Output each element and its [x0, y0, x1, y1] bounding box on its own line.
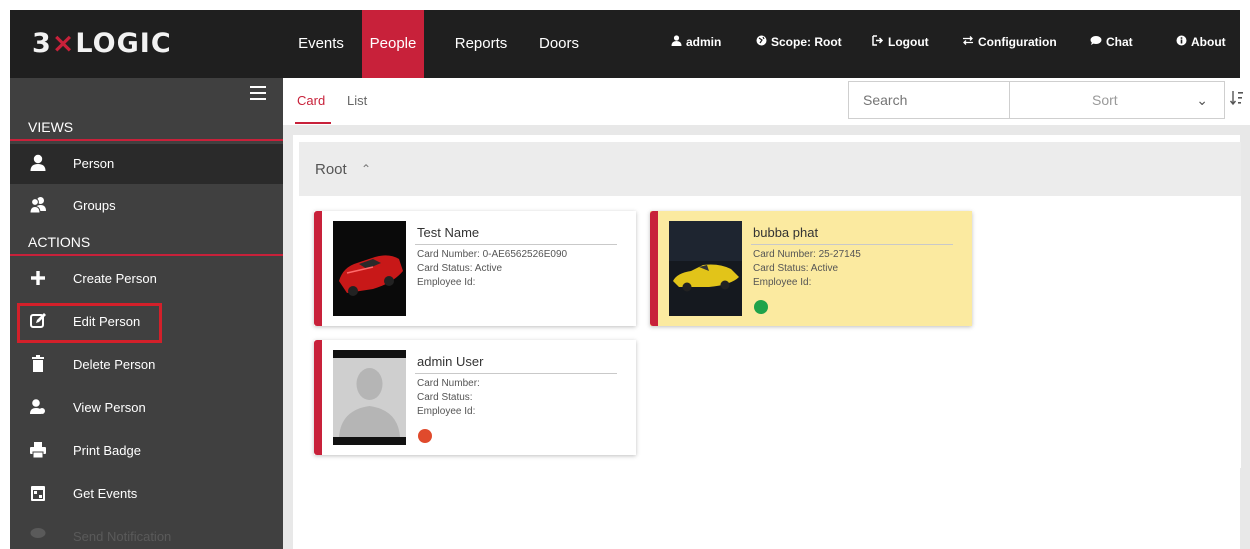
nav-doors[interactable]: Doors	[526, 10, 592, 78]
person-photo	[669, 221, 742, 316]
content-gutter-top	[283, 125, 1250, 135]
active-tab-indicator	[295, 122, 331, 124]
chat-link[interactable]: Chat	[1090, 10, 1133, 78]
group-title: Root	[315, 161, 347, 178]
configuration-link[interactable]: Configuration	[962, 10, 1057, 78]
status-indicator-green	[754, 300, 768, 314]
sidebar: VIEWS Person Groups ACTIONS Create Perso…	[10, 78, 283, 549]
plus-icon	[31, 271, 45, 285]
nav-events[interactable]: Events	[286, 10, 356, 78]
card-accent	[314, 211, 322, 326]
admin-user-menu[interactable]: admin	[671, 10, 721, 78]
status-indicator-red	[418, 429, 432, 443]
view-tabs: Card List Sort ⌄	[283, 78, 1250, 125]
group-header[interactable]: Root ⌃	[299, 142, 1241, 196]
logo[interactable]: 3×LOGIC	[32, 28, 172, 59]
name-divider	[415, 244, 617, 245]
user-icon	[671, 35, 682, 46]
sort-dropdown[interactable]: Sort ⌄	[1010, 81, 1225, 119]
person-name: Test Name	[417, 225, 480, 240]
logout-link[interactable]: Logout	[872, 10, 929, 78]
employee-id: Employee Id:	[417, 406, 476, 417]
nav-people[interactable]: People	[362, 10, 424, 78]
main-content: Card List Sort ⌄ Root ⌃	[283, 78, 1250, 549]
content-gutter-left	[283, 125, 293, 549]
sidebar-item-delete-person[interactable]: Delete Person	[10, 345, 283, 385]
globe-icon	[756, 35, 767, 46]
name-divider	[415, 373, 617, 374]
info-icon	[1176, 35, 1187, 46]
actions-divider	[10, 254, 283, 256]
sidebar-item-label: Delete Person	[73, 357, 156, 372]
group-panel: Root ⌃ Test Name Card Number: 0-AE656252…	[299, 142, 1241, 468]
print-icon	[30, 442, 46, 459]
card-status: Card Status: Active	[753, 263, 839, 274]
edit-person-highlight	[17, 303, 162, 343]
chat-bubble-icon	[30, 528, 46, 538]
user-icon	[30, 154, 46, 171]
card-accent	[314, 340, 322, 455]
sidebar-item-label: Person	[73, 156, 115, 171]
card-status: Card Status: Active	[417, 263, 503, 274]
sidebar-item-label: View Person	[73, 400, 146, 415]
yellow-car-photo	[669, 221, 742, 316]
card-number: Card Number:	[417, 378, 480, 389]
user-view-icon	[30, 399, 45, 414]
trash-icon	[32, 355, 44, 372]
about-link[interactable]: About	[1176, 10, 1226, 78]
placeholder-avatar-icon	[333, 350, 406, 445]
logout-icon	[872, 35, 884, 46]
search-input[interactable]	[848, 81, 1010, 119]
chevron-down-icon: ⌄	[1196, 92, 1208, 108]
content-gutter-right	[1240, 125, 1250, 549]
collapse-icon[interactable]: ⌃	[361, 162, 371, 176]
tab-list[interactable]: List	[347, 93, 367, 108]
card-accent	[650, 211, 658, 326]
top-navbar: 3×LOGIC Events People Reports Doors admi…	[10, 10, 1240, 78]
sidebar-item-label: Print Badge	[73, 443, 141, 458]
sidebar-item-label: Get Events	[73, 486, 138, 501]
employee-id: Employee Id:	[753, 277, 812, 288]
person-card-grid: Test Name Card Number: 0-AE6562526E090 C…	[299, 196, 1241, 468]
actions-heading: ACTIONS	[28, 234, 91, 250]
sidebar-item-view-person[interactable]: View Person	[10, 388, 283, 428]
person-name: bubba phat	[753, 225, 819, 240]
person-photo	[333, 221, 406, 316]
employee-id: Employee Id:	[417, 277, 476, 288]
sidebar-item-send-notification[interactable]: Send Notification	[10, 517, 283, 549]
chat-bubble-icon	[1090, 36, 1102, 45]
sidebar-item-groups[interactable]: Groups	[10, 186, 283, 226]
card-number: Card Number: 25-27145	[753, 249, 861, 260]
sidebar-item-label: Create Person	[73, 271, 157, 286]
app-window: 3×LOGIC Events People Reports Doors admi…	[0, 0, 1250, 549]
card-status: Card Status:	[417, 392, 473, 403]
red-car-photo	[333, 221, 406, 316]
sort-direction-icon[interactable]	[1229, 90, 1244, 109]
calendar-icon	[31, 486, 45, 501]
name-divider	[751, 244, 953, 245]
users-icon	[30, 197, 46, 214]
person-card[interactable]: admin User Card Number: Card Status: Emp…	[314, 340, 636, 455]
person-card[interactable]: Test Name Card Number: 0-AE6562526E090 C…	[314, 211, 636, 326]
sidebar-item-label: Send Notification	[73, 529, 172, 544]
card-number: Card Number: 0-AE6562526E090	[417, 249, 568, 260]
views-heading: VIEWS	[28, 119, 74, 135]
tab-card[interactable]: Card	[297, 93, 325, 108]
sidebar-item-label: Groups	[73, 198, 116, 213]
person-card-selected[interactable]: bubba phat Card Number: 25-27145 Card St…	[650, 211, 972, 326]
sort-label: Sort	[1092, 92, 1118, 108]
exchange-icon	[963, 36, 973, 45]
sidebar-item-create-person[interactable]: Create Person	[10, 259, 283, 299]
sidebar-item-person[interactable]: Person	[10, 144, 283, 184]
views-divider	[10, 139, 283, 141]
scope-menu[interactable]: Scope: Root	[756, 10, 842, 78]
hamburger-menu-icon[interactable]	[250, 86, 266, 100]
sidebar-item-get-events[interactable]: Get Events	[10, 474, 283, 514]
nav-reports[interactable]: Reports	[442, 10, 520, 78]
sidebar-item-print-badge[interactable]: Print Badge	[10, 431, 283, 471]
person-name: admin User	[417, 354, 484, 369]
person-photo	[333, 350, 406, 445]
